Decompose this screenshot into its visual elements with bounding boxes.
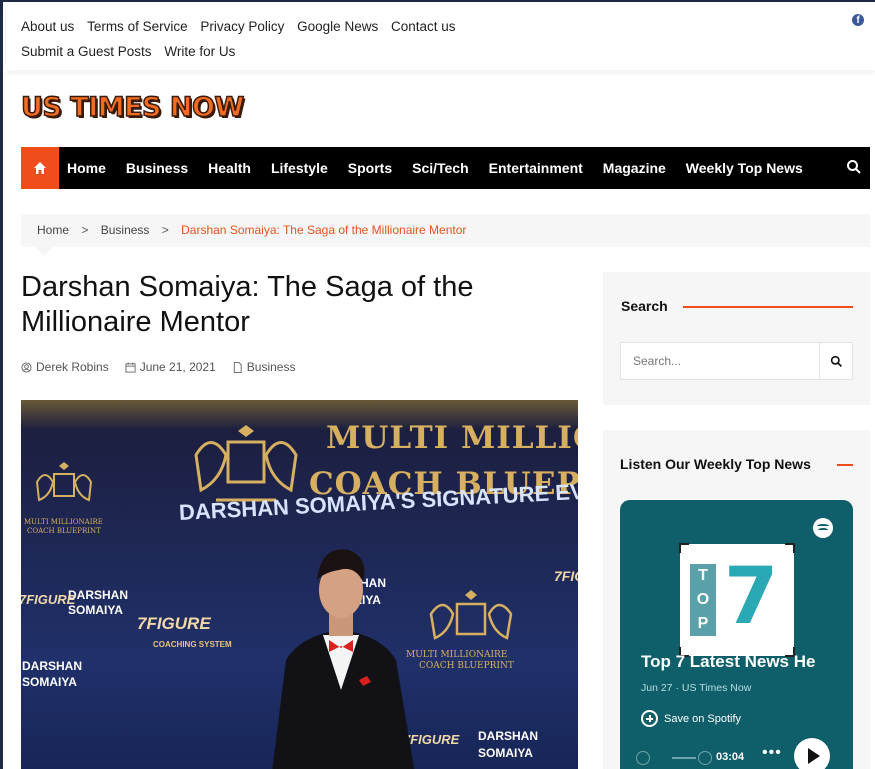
seven-figure-logo: 7FIGURE	[554, 568, 578, 584]
top-link-terms[interactable]: Terms of Service	[87, 14, 188, 39]
save-on-spotify-button[interactable]: Save on Spotify	[641, 710, 741, 727]
search-form	[620, 342, 853, 380]
nav-business[interactable]: Business	[126, 160, 188, 176]
search-icon	[830, 355, 842, 367]
search-icon[interactable]	[846, 159, 862, 175]
category-link[interactable]: Business	[247, 360, 296, 374]
name-text: SOMAIYA	[68, 603, 123, 617]
brand-text-medium: COACH BLUEPRINT	[419, 661, 514, 671]
calendar-icon	[125, 361, 136, 373]
brand-text-small: COACH BLUEPRINT	[27, 527, 101, 535]
skip-forward-icon[interactable]	[698, 751, 712, 765]
nav-scitech[interactable]: Sci/Tech	[412, 160, 469, 176]
top-navigation: About us Terms of Service Privacy Policy…	[21, 14, 581, 64]
meta-category[interactable]: Business	[232, 360, 296, 374]
podcast-widget: Listen Our Weekly Top News T O P 7 Top 7…	[603, 430, 870, 769]
breadcrumb-current: Darshan Somaiya: The Saga of the Million…	[181, 223, 467, 237]
top-link-contact[interactable]: Contact us	[391, 14, 456, 39]
episode-subtitle[interactable]: Jun 27 · US Times Now	[641, 682, 751, 694]
episode-title[interactable]: Top 7 Latest News He	[641, 652, 831, 672]
nav-entertainment[interactable]: Entertainment	[489, 160, 583, 176]
episode-duration: 03:04	[716, 751, 745, 763]
author-name[interactable]: Derek Robins	[36, 360, 109, 374]
name-text: DARSHAN	[478, 729, 538, 743]
search-widget-title: Search	[621, 298, 668, 314]
cover-top-text: T O P	[690, 564, 716, 636]
breadcrumb-business[interactable]: Business	[101, 223, 150, 237]
save-on-spotify-label: Save on Spotify	[664, 712, 742, 725]
breadcrumb-home[interactable]: Home	[37, 223, 69, 237]
brand-text-small: MULTI MILLIONAIRE	[24, 518, 103, 526]
article-meta: Derek Robins June 21, 2021 Business	[21, 360, 311, 374]
more-options-icon[interactable]: •••	[762, 744, 782, 762]
document-icon	[233, 361, 242, 373]
nav-lifestyle[interactable]: Lifestyle	[271, 160, 328, 176]
home-icon	[34, 162, 46, 174]
spotify-embed[interactable]: T O P 7 Top 7 Latest News He Jun 27 · US…	[620, 500, 853, 769]
seven-figure-logo: 7FIGURE	[21, 592, 76, 607]
nav-home[interactable]: Home	[67, 160, 106, 176]
site-logo[interactable]: US TIMES NOW	[20, 91, 245, 124]
title-underline	[683, 306, 853, 308]
crest-emblem-medium	[429, 590, 513, 640]
browser-page: About us Terms of Service Privacy Policy…	[0, 0, 875, 769]
spotify-icon[interactable]	[813, 518, 833, 538]
top-link-about[interactable]: About us	[21, 14, 74, 39]
cover-letter: O	[696, 591, 710, 608]
cover-letter: P	[697, 615, 709, 632]
title-underline	[837, 464, 853, 466]
search-input[interactable]	[621, 343, 816, 379]
nav-weekly-top-news[interactable]: Weekly Top News	[686, 160, 803, 176]
podcast-cover: T O P 7	[679, 543, 795, 657]
name-text: SOMAIYA	[22, 675, 77, 689]
skip-back-icon[interactable]	[636, 751, 650, 765]
search-widget: Search	[603, 272, 870, 405]
cover-corner	[679, 543, 689, 553]
coaching-text: COACHING SYSTEM	[153, 640, 232, 649]
nav-magazine[interactable]: Magazine	[603, 160, 666, 176]
player-controls: 03:04 •••	[636, 738, 836, 769]
article-title: Darshan Somaiya: The Saga of the Million…	[21, 271, 474, 338]
top-link-write-for-us[interactable]: Write for Us	[164, 39, 235, 64]
play-button[interactable]	[794, 738, 830, 769]
top-link-privacy[interactable]: Privacy Policy	[200, 14, 284, 39]
meta-author[interactable]: Derek Robins	[21, 360, 109, 374]
home-button[interactable]	[21, 147, 59, 189]
top-bar: About us Terms of Service Privacy Policy…	[6, 2, 875, 70]
breadcrumb-separator: >	[161, 223, 169, 237]
person-in-tuxedo	[272, 549, 415, 769]
search-button[interactable]	[819, 343, 852, 379]
plus-circle-icon	[641, 710, 658, 727]
breadcrumb: Home > Business > Darshan Somaiya: The S…	[21, 214, 870, 247]
name-text: SOMAIYA	[478, 746, 533, 760]
name-text: DARSHAN	[68, 588, 128, 602]
cover-number: 7	[724, 552, 779, 642]
nav-sports[interactable]: Sports	[348, 160, 392, 176]
progress-bar[interactable]	[672, 757, 696, 759]
breadcrumb-notch	[35, 247, 53, 256]
meta-date[interactable]: June 21, 2021	[125, 360, 216, 374]
seven-figure-logo: 7FIGURE	[137, 614, 211, 633]
nav-health[interactable]: Health	[208, 160, 251, 176]
facebook-icon[interactable]: f	[852, 14, 864, 26]
featured-image: MULTI MILLIONA COACH BLUEPRI DARSHAN SOM…	[21, 400, 578, 769]
publish-date[interactable]: June 21, 2021	[140, 360, 216, 374]
name-text: DARSHAN	[22, 659, 82, 673]
top-link-google-news[interactable]: Google News	[297, 14, 378, 39]
cover-letter: T	[698, 567, 708, 584]
breadcrumb-separator: >	[81, 223, 89, 237]
podcast-widget-title: Listen Our Weekly Top News	[620, 456, 811, 472]
top-link-guest-posts[interactable]: Submit a Guest Posts	[21, 39, 152, 64]
crest-emblem-small	[35, 462, 93, 502]
banner-headline-1: MULTI MILLIONA	[326, 420, 578, 456]
cover-corner	[785, 543, 795, 553]
main-navigation: Home Business Health Lifestyle Sports Sc…	[21, 147, 870, 189]
user-icon	[21, 361, 32, 373]
